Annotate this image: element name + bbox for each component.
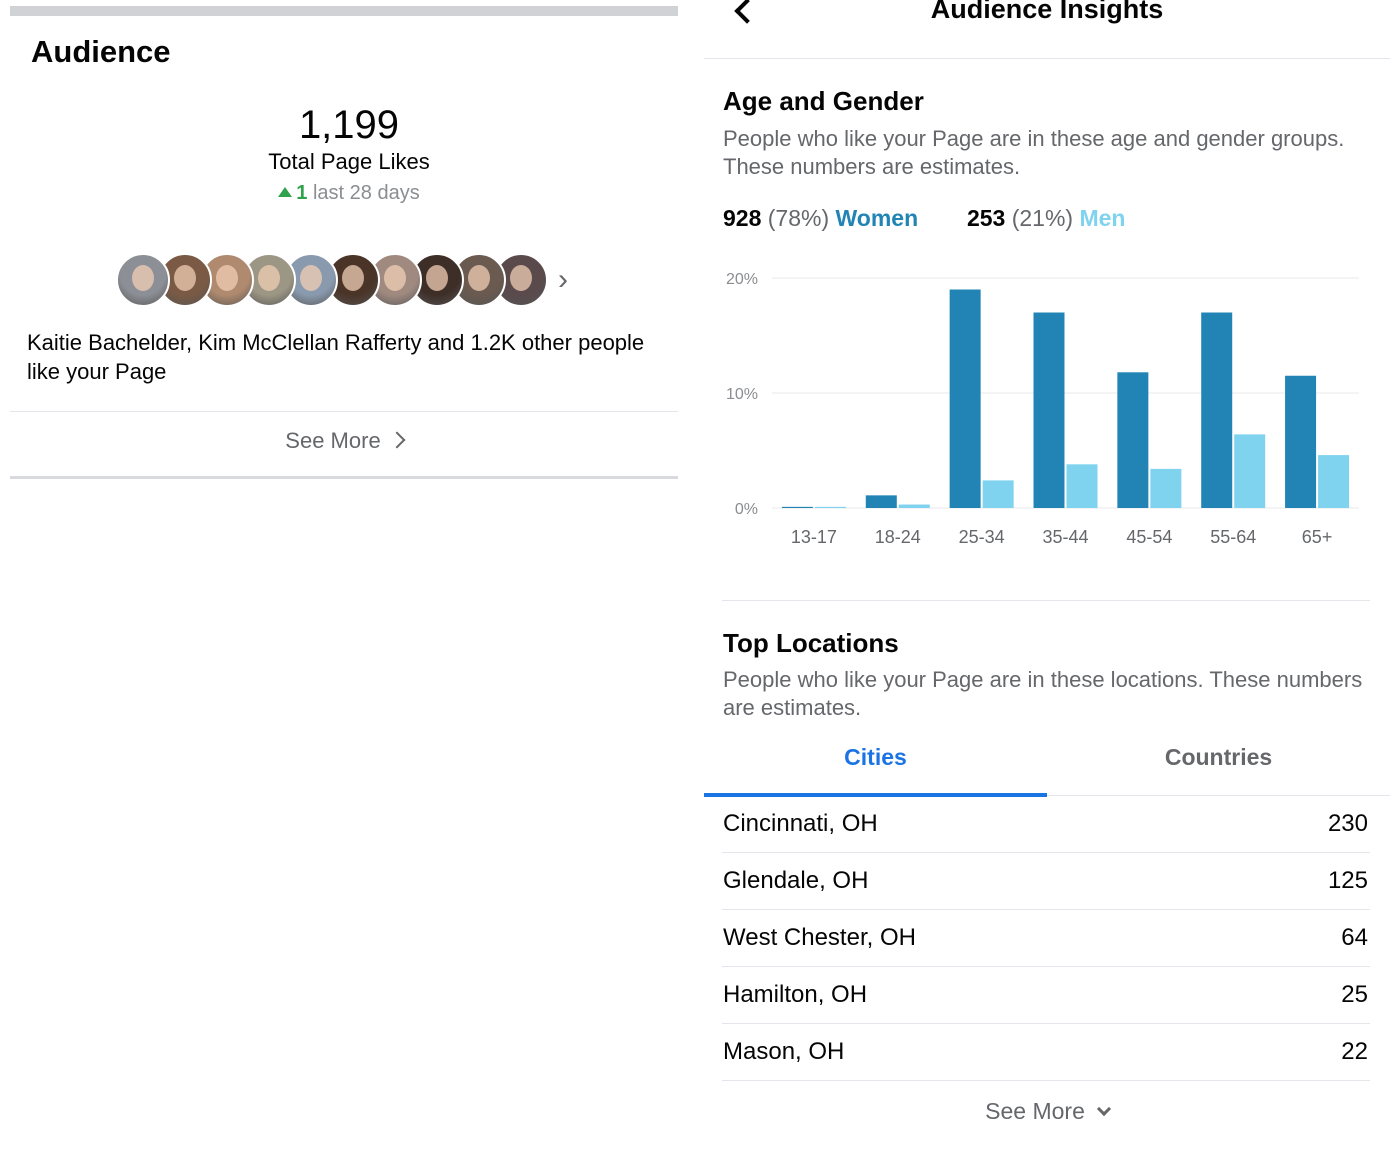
gender-summary: 928 (78%) Women 253 (21%) Men xyxy=(723,205,1125,232)
city-name: Glendale, OH xyxy=(723,867,869,894)
friends-like-text: Kaitie Bachelder, Kim McClellan Rafferty… xyxy=(27,330,645,384)
city-name: Mason, OH xyxy=(723,1038,845,1065)
page-title: Audience Insights xyxy=(930,0,1164,24)
follower-avatars[interactable]: › xyxy=(116,253,568,307)
city-count: 230 xyxy=(1327,810,1368,837)
bar-men xyxy=(1234,434,1266,508)
y-tick-label: 0% xyxy=(735,501,758,518)
total-likes-block: 1,199 Total Page Likes 1 last 28 days xyxy=(10,102,688,210)
y-tick-label: 20% xyxy=(726,271,758,288)
y-tick-label: 10% xyxy=(726,386,758,403)
see-more-button[interactable]: See More xyxy=(10,428,678,454)
list-item: West Chester, OH 64 xyxy=(722,910,1370,967)
x-tick-label: 18-24 xyxy=(875,527,921,547)
bar-men xyxy=(814,506,846,508)
bar-women xyxy=(1201,312,1233,508)
bar-men xyxy=(898,504,930,508)
city-name: Cincinnati, OH xyxy=(723,810,878,837)
audience-title: Audience xyxy=(31,34,171,69)
city-list: Cincinnati, OH 230 Glendale, OH 125 West… xyxy=(722,796,1370,1081)
avatar[interactable] xyxy=(116,253,170,307)
bar-men xyxy=(1318,455,1350,508)
x-tick-label: 65+ xyxy=(1302,527,1333,547)
list-item: Hamilton, OH 25 xyxy=(722,967,1370,1024)
bar-women xyxy=(865,495,897,508)
screen: Audience 1,199 Total Page Likes 1 last 2… xyxy=(0,0,1398,1159)
card-top-border xyxy=(10,6,678,16)
see-more-label: See More xyxy=(985,1098,1085,1124)
total-likes-label: Total Page Likes xyxy=(268,149,430,174)
city-count: 22 xyxy=(1341,1038,1368,1065)
top-locations-title: Top Locations xyxy=(723,628,899,658)
city-count: 64 xyxy=(1341,924,1368,951)
divider xyxy=(722,600,1370,601)
bar-men xyxy=(1150,468,1182,508)
women-percent: (78%) xyxy=(767,205,830,231)
chevron-right-icon[interactable]: › xyxy=(558,253,568,307)
men-label: Men xyxy=(1079,205,1126,231)
bar-women xyxy=(1117,372,1149,508)
top-locations-description: People who like your Page are in these l… xyxy=(723,667,1363,720)
city-name: Hamilton, OH xyxy=(723,981,868,1008)
likes-delta-period: last 28 days xyxy=(312,182,420,204)
see-more-label: See More xyxy=(285,428,381,453)
women-count: 928 xyxy=(723,205,762,231)
list-item: Cincinnati, OH 230 xyxy=(722,796,1370,853)
bar-women xyxy=(1285,375,1317,508)
women-label: Women xyxy=(835,205,919,231)
tab-countries[interactable]: Countries xyxy=(1047,736,1390,796)
age-gender-description: People who like your Page are in these a… xyxy=(723,126,1345,179)
age-gender-chart-svg: 0% 10% 20% 13-17 18-24 25-34 35-44 45-54 55-64 65… xyxy=(726,271,1359,547)
x-tick-label: 45-54 xyxy=(1126,527,1172,547)
age-gender-title: Age and Gender xyxy=(723,86,924,116)
likes-delta: 1 last 28 days xyxy=(10,176,688,210)
divider xyxy=(10,411,678,412)
bar-women xyxy=(1033,312,1065,508)
list-item: Mason, OH 22 xyxy=(722,1024,1370,1081)
trend-up-icon xyxy=(278,187,293,197)
age-gender-chart: 0% 10% 20% 13-17 18-24 25-34 35-44 45-54 55-64 65… xyxy=(704,260,1390,560)
bar-men xyxy=(1066,464,1098,508)
men-count: 253 xyxy=(966,205,1006,231)
city-count: 125 xyxy=(1327,867,1368,894)
bar-men xyxy=(982,480,1014,508)
city-count: 25 xyxy=(1341,981,1368,1008)
see-more-locations-button[interactable]: See More xyxy=(704,1098,1390,1125)
total-likes-count: 1,199 xyxy=(298,103,400,147)
list-item: Glendale, OH 125 xyxy=(722,853,1370,910)
bar-women xyxy=(949,289,981,508)
city-name: West Chester, OH xyxy=(723,924,916,951)
x-tick-label: 35-44 xyxy=(1042,527,1088,547)
bar-women xyxy=(781,506,813,508)
tab-cities[interactable]: Cities xyxy=(704,736,1047,797)
divider xyxy=(704,58,1390,59)
divider xyxy=(10,476,678,479)
audience-insights-panel: Audience Insights Age and Gender People … xyxy=(704,0,1390,1159)
men-percent: (21%) xyxy=(1011,205,1074,231)
audience-card: Audience 1,199 Total Page Likes 1 last 2… xyxy=(10,0,678,480)
x-tick-label: 55-64 xyxy=(1210,527,1256,547)
x-tick-label: 13-17 xyxy=(791,527,837,547)
likes-delta-value: 1 xyxy=(296,182,308,204)
location-tabs: Cities Countries xyxy=(704,736,1390,797)
chevron-right-icon xyxy=(388,431,406,449)
chevron-down-icon xyxy=(1096,1101,1111,1117)
x-tick-label: 25-34 xyxy=(959,527,1005,547)
